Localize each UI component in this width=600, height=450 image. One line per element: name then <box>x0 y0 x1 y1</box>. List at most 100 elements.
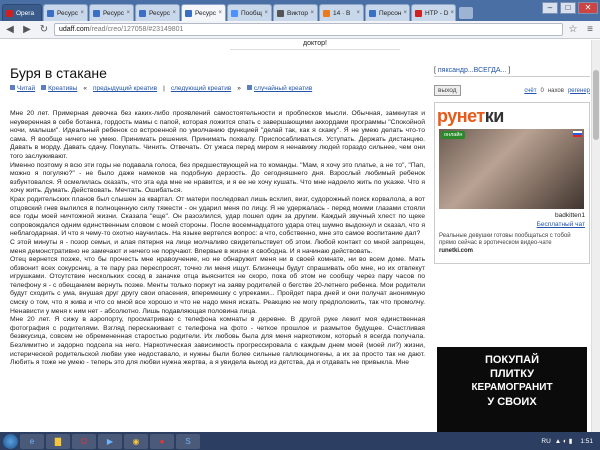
paragraph: Отец вернется позже, что бы прочесть мне… <box>10 256 425 315</box>
tab-label: Виктор <box>287 9 309 17</box>
close-tab-icon[interactable]: × <box>216 10 222 16</box>
close-tab-icon[interactable]: × <box>401 10 407 16</box>
prev-link[interactable]: предыдущий креатив <box>93 85 157 92</box>
tab-2[interactable]: Ресурс × <box>89 4 134 21</box>
creo-link[interactable]: Креативы <box>48 85 77 92</box>
language-indicator[interactable]: RU <box>541 438 550 445</box>
stats-label: нахов <box>547 87 564 94</box>
address-bar[interactable]: udaff.com/read/creo/127058/#23149801 <box>54 23 563 36</box>
page-title: Буря в стакане <box>10 65 107 81</box>
tray-icons[interactable]: ▲ ◐ ▮ <box>555 437 573 445</box>
free-chat-link[interactable]: Бесплатный чат <box>537 221 585 228</box>
runetki-widget[interactable]: рунетки онлайн badkitten1 Бесплатный чат… <box>434 102 590 264</box>
tab-label: Ресурс <box>149 9 170 17</box>
url-path: /read/creo/127058/#23149801 <box>89 26 184 33</box>
random-link[interactable]: случайный креатив <box>254 85 312 92</box>
skype-icon[interactable]: S <box>176 433 200 449</box>
model-name: badkitten1 <box>555 212 585 219</box>
tab-5[interactable]: Пообщ × <box>227 4 272 21</box>
ad-line: КЕРАМОГРАНИТ <box>471 382 553 393</box>
tab-label: Ресурс <box>103 9 124 17</box>
new-tab-button[interactable] <box>459 7 473 19</box>
url-host: udaff.com <box>59 26 90 33</box>
banner-ad[interactable]: ПОКУПАЙ ПЛИТКУ КЕРАМОГРАНИТ У СВОИХ <box>437 347 587 432</box>
chrome-icon[interactable]: ◉ <box>124 433 148 449</box>
reg-tail-link[interactable]: регенер <box>568 88 590 94</box>
browser-toolbar: ◀ ▶ ↻ udaff.com/read/creo/127058/#231498… <box>0 21 600 39</box>
page-icon <box>93 9 100 17</box>
creo-nav: Читай Креативы «предыдущий креатив | след… <box>10 85 312 92</box>
close-tab-icon[interactable]: × <box>262 10 268 16</box>
stats-value: 0 <box>540 87 544 94</box>
reg-link[interactable]: счёт <box>524 88 536 94</box>
tab-label: Opera <box>16 9 35 17</box>
runetki-description: Реальные девушки готовы пообщаться с тоб… <box>439 233 571 254</box>
logout-button[interactable]: выход <box>434 85 461 96</box>
clock[interactable]: 1:51 <box>576 438 597 445</box>
tab-7[interactable]: 14 · В × <box>319 4 364 21</box>
close-tab-icon[interactable]: × <box>308 10 314 16</box>
reload-icon[interactable]: ↻ <box>37 23 51 36</box>
maximize-button[interactable]: □ <box>560 2 576 14</box>
tab-4[interactable]: Ресурс × <box>181 4 226 21</box>
webcam-preview[interactable]: онлайн <box>439 129 584 209</box>
menu-icon[interactable]: ≡ <box>583 23 597 36</box>
ad-line: У СВОИХ <box>487 396 537 408</box>
tab-label: Персон <box>379 9 402 17</box>
ie-icon[interactable]: e <box>20 433 44 449</box>
tab-label: Ресурс <box>195 9 216 17</box>
taskbar: e ▇ O ▶ ◉ ● S RU ▲ ◐ ▮ 1:51 <box>0 432 600 450</box>
media-icon[interactable]: ▶ <box>98 433 122 449</box>
flag-icon <box>573 131 582 137</box>
user-box: [ пяксандр...ВСЕГДА... ] <box>434 67 590 77</box>
close-button[interactable]: ✕ <box>578 2 598 14</box>
window-controls: – □ ✕ <box>542 2 598 14</box>
scrollbar-thumb[interactable] <box>593 70 599 140</box>
paragraph: Мне 20 лет. Я сижу в аэропорту, просматр… <box>10 316 425 367</box>
tab-9[interactable]: НТР - D × <box>411 4 456 21</box>
red-dot-icon <box>415 9 422 17</box>
top-strip: доктор! <box>230 40 400 50</box>
close-tab-icon[interactable]: × <box>170 10 176 16</box>
page-icon <box>369 9 376 17</box>
next-link[interactable]: следующий креатив <box>171 85 231 92</box>
page-icon <box>139 9 146 17</box>
page-icon <box>47 9 54 17</box>
s-icon <box>231 9 238 17</box>
runetki-logo: рунетки <box>437 106 504 126</box>
tab-6[interactable]: Виктор × <box>273 4 318 21</box>
app-icon[interactable]: ● <box>150 433 174 449</box>
paragraph: Мне 20 лет. Примерная девочка без каких-… <box>10 110 425 160</box>
close-tab-icon[interactable]: × <box>78 10 84 16</box>
user-link[interactable]: пяксандр...ВСЕГДА... <box>438 67 507 74</box>
scrollbar[interactable] <box>591 40 600 432</box>
tab-label: Пообщ <box>241 9 262 17</box>
tab-label: 14 · В <box>333 9 351 17</box>
system-tray: RU ▲ ◐ ▮ 1:51 <box>541 437 597 446</box>
forward-icon[interactable]: ▶ <box>20 23 34 36</box>
login-row: выход счёт 0 нахов регенер <box>434 85 590 96</box>
back-icon[interactable]: ◀ <box>3 23 17 36</box>
star-icon[interactable]: ☆ <box>566 23 580 36</box>
ad-line: ПЛИТКУ <box>489 368 535 380</box>
star-icon <box>323 9 330 17</box>
paragraph: Именно поэтому я всю эти годы не подавал… <box>10 161 425 195</box>
page-icon <box>185 9 192 17</box>
tab-label: НТР - D <box>425 9 449 17</box>
tab-8[interactable]: Персон × <box>365 4 410 21</box>
start-button[interactable] <box>3 433 18 449</box>
ad-line: ПОКУПАЙ <box>484 354 540 366</box>
close-tab-icon[interactable]: × <box>354 10 360 16</box>
opera-taskbar-icon[interactable]: O <box>72 433 96 449</box>
tab-3[interactable]: Ресурс × <box>135 4 180 21</box>
folder-icon[interactable]: ▇ <box>46 433 70 449</box>
close-tab-icon[interactable]: × <box>124 10 130 16</box>
tab-0[interactable]: Opera <box>2 4 42 21</box>
paragraph: С этой минуты я - позор семьи, и алая пя… <box>10 238 425 255</box>
tab-1[interactable]: Ресурс × <box>43 4 88 21</box>
read-link[interactable]: Читай <box>17 85 35 92</box>
tab-bar: Opera Ресурс × Ресурс × Ресурс × Ресурс × Пообщ × В… <box>0 0 600 21</box>
minimize-button[interactable]: – <box>542 2 558 14</box>
close-tab-icon[interactable]: × <box>448 10 454 16</box>
opera-icon <box>6 9 13 17</box>
